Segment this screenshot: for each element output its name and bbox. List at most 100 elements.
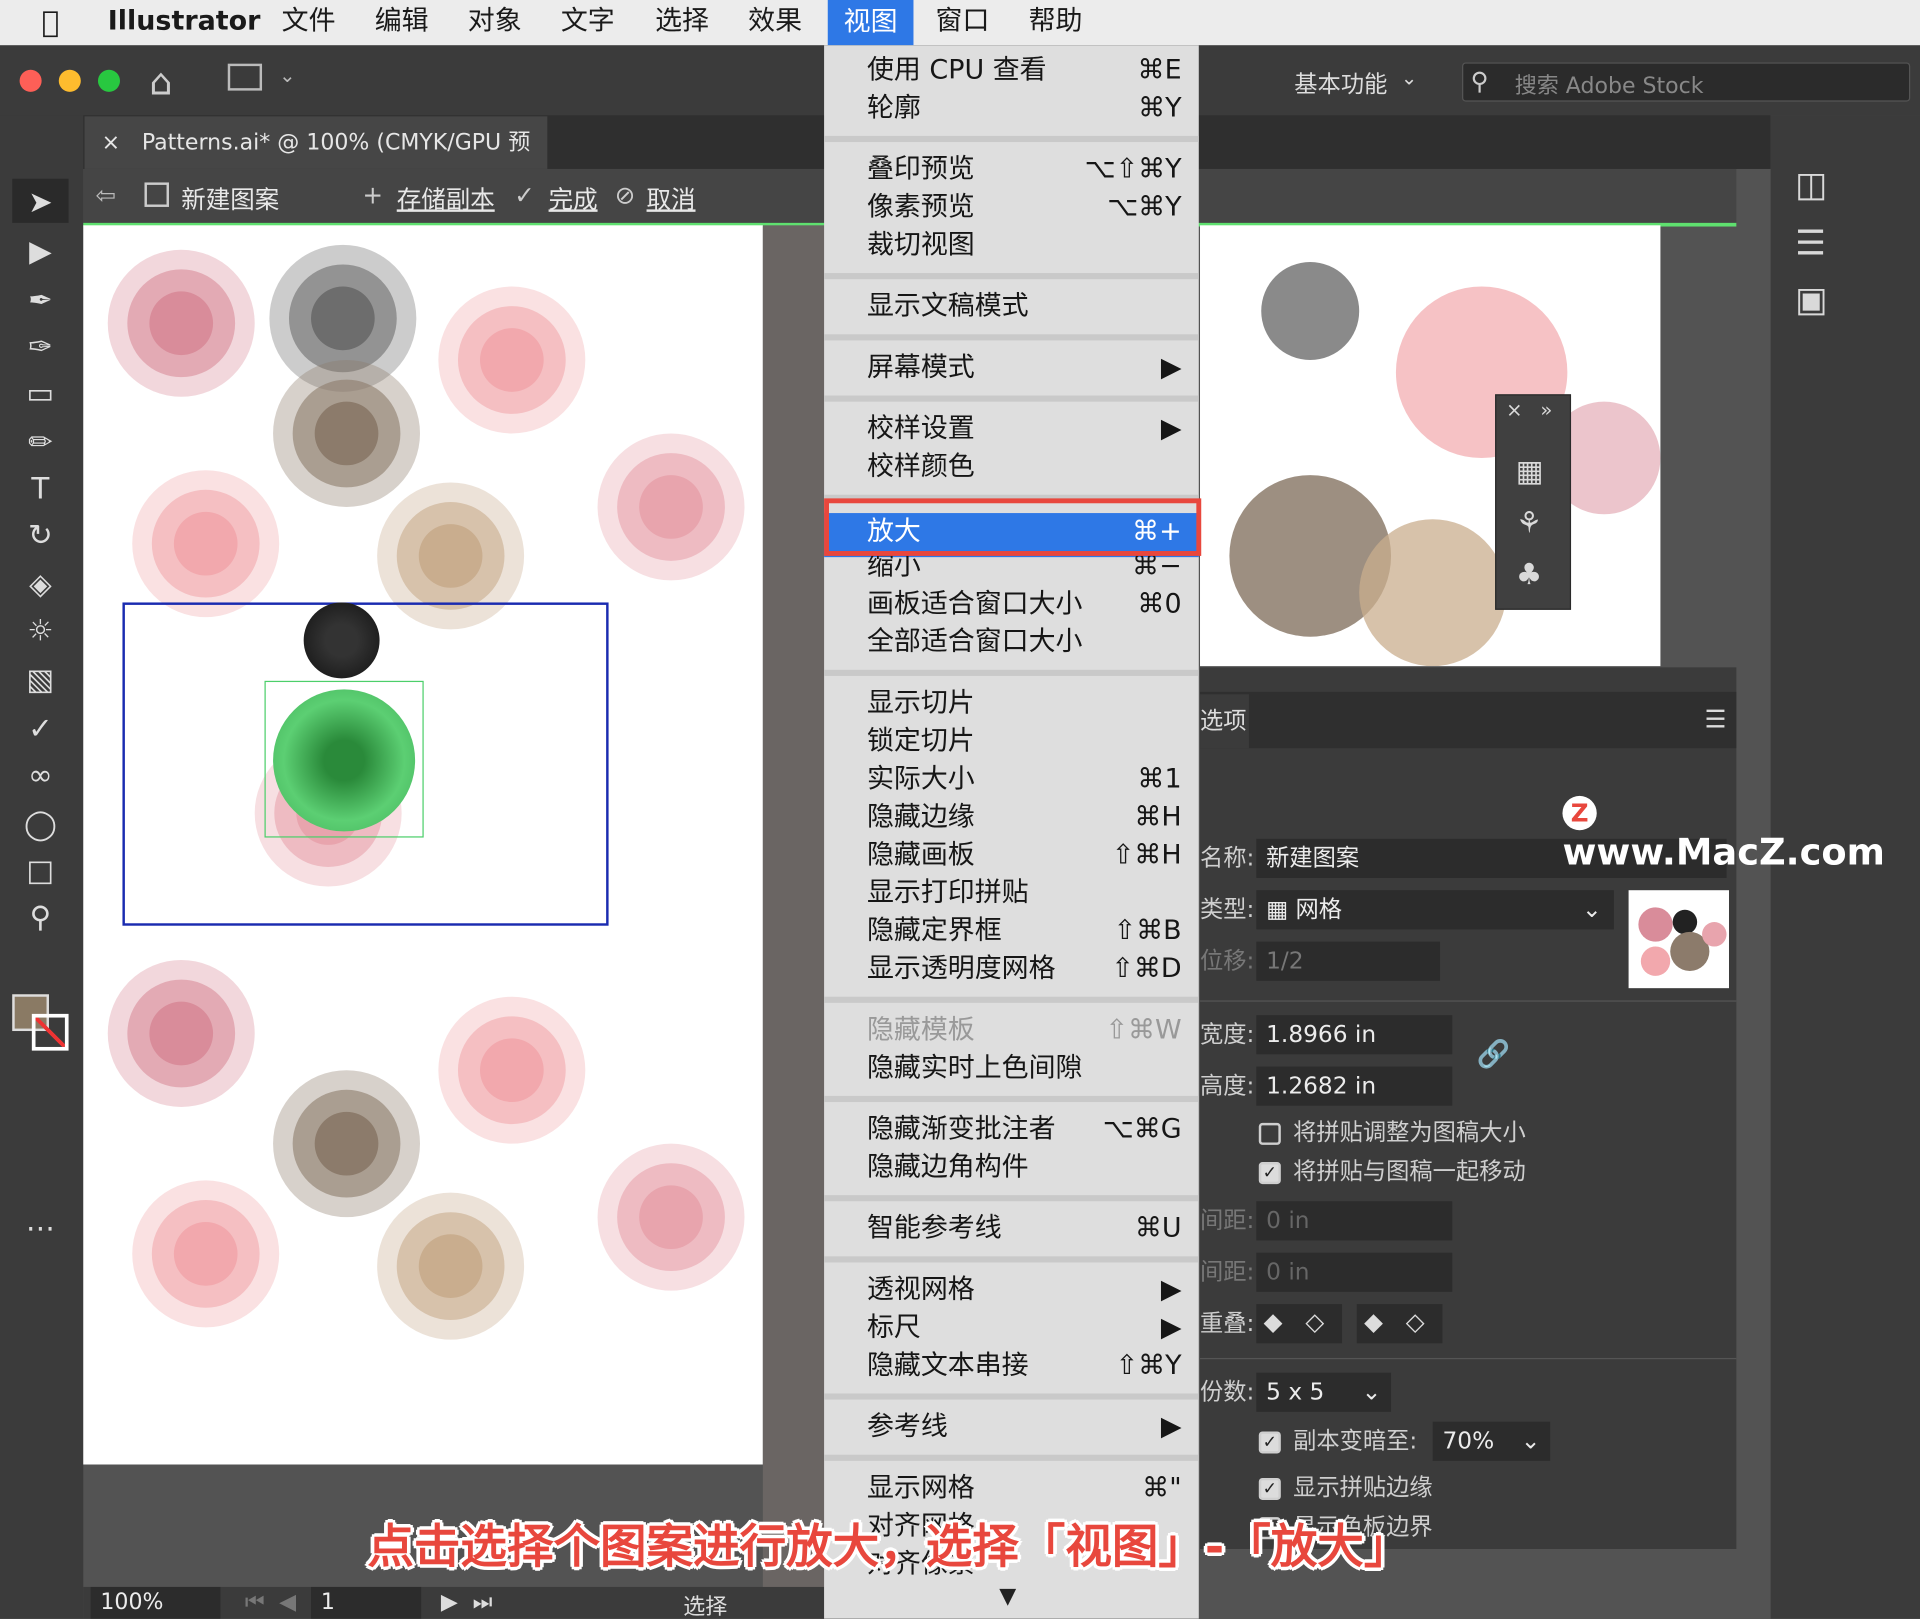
minimize-window-button[interactable] <box>58 69 81 92</box>
v-spacing-field[interactable]: 0 in <box>1256 1252 1453 1292</box>
gradient-tool-icon[interactable]: ▧ <box>20 659 62 701</box>
document-tab[interactable]: × Patterns.ai* @ 100% (CMYK/GPU 预览) <box>84 116 548 208</box>
height-field[interactable]: 1.2682 in <box>1256 1066 1453 1106</box>
artboard-tool-icon[interactable]: □ <box>20 850 62 892</box>
workspace-chevron-icon[interactable]: ⌄ <box>1401 66 1417 89</box>
view-menu-item[interactable]: 参考线 ▶ <box>824 1408 1199 1446</box>
menu-window[interactable]: 窗口 <box>936 5 990 39</box>
eraser-tool-icon[interactable]: ◈ <box>20 563 62 605</box>
menu-view[interactable]: 视图 <box>827 0 914 46</box>
black-flower[interactable] <box>303 602 380 679</box>
close-window-button[interactable] <box>19 69 42 92</box>
view-menu-item[interactable]: 显示透明度网格 ⇧⌘D <box>824 950 1199 988</box>
curvature-tool-icon[interactable]: ✑ <box>20 326 62 368</box>
cancel-button[interactable]: 取消 <box>647 180 696 216</box>
panel-tab[interactable]: 选项 <box>1200 694 1249 749</box>
right-front-icon[interactable]: ◇ <box>1305 1307 1324 1336</box>
apple-icon[interactable]:  <box>42 5 60 39</box>
menu-edit[interactable]: 编辑 <box>375 5 429 39</box>
arrange-documents-icon[interactable] <box>227 63 263 91</box>
view-menu-item[interactable]: 隐藏边缘 ⌘H <box>824 798 1199 836</box>
view-menu-item[interactable]: 全部适合窗口大小 <box>824 623 1199 661</box>
expand-icon[interactable]: » <box>1540 398 1552 421</box>
view-menu-item[interactable]: 校样设置 ▶ <box>824 410 1199 448</box>
view-menu-item[interactable]: 隐藏实时上色间隙 <box>824 1049 1199 1087</box>
eyedropper-tool-icon[interactable]: ✓ <box>20 708 62 750</box>
more-tools-icon[interactable]: ⋯ <box>20 1207 62 1249</box>
prev-artboard-icon[interactable]: ◀ <box>279 1589 296 1615</box>
dim-copies-select[interactable]: 70% ⌄ <box>1432 1421 1551 1461</box>
paintbrush-tool-icon[interactable]: ✏ <box>20 421 62 463</box>
overlap-v-buttons[interactable]: ◆ ◇ <box>1356 1304 1443 1344</box>
rectangle-tool-icon[interactable]: ▭ <box>20 372 62 414</box>
artboard-number-field[interactable]: 1 <box>311 1586 422 1619</box>
offset-select[interactable]: 1/2 <box>1256 941 1441 981</box>
panel-menu-icon[interactable]: ☰ <box>1705 704 1727 733</box>
done-button[interactable]: 完成 <box>549 180 598 216</box>
show-tile-edge-checkbox[interactable]: ✓ <box>1258 1477 1281 1501</box>
view-menu-item[interactable]: 锁定切片 <box>824 722 1199 760</box>
view-menu-item[interactable]: 智能参考线 ⌘U <box>824 1210 1199 1248</box>
view-menu-item[interactable]: 隐藏文本串接 ⇧⌘Y <box>824 1347 1199 1385</box>
view-menu-item[interactable]: 隐藏定界框 ⇧⌘B <box>824 912 1199 950</box>
next-artboard-icon[interactable]: ▶ <box>441 1589 458 1615</box>
top-front-icon[interactable]: ◆ <box>1364 1307 1383 1336</box>
view-menu-item[interactable]: 隐藏模板 ⇧⌘W <box>824 1011 1199 1049</box>
view-menu-item[interactable]: 透视网格 ▶ <box>824 1271 1199 1309</box>
back-arrow-icon[interactable]: ⇦ <box>96 180 117 209</box>
type-select[interactable]: ▦ 网格 ⌄ <box>1256 890 1614 930</box>
symbol-sprayer-icon[interactable]: ⚘ <box>1516 506 1542 540</box>
pen-tool-icon[interactable]: ✒ <box>20 279 62 321</box>
selection-tool-icon[interactable]: ➤ <box>20 181 62 223</box>
zoom-tool-icon[interactable]: ⚲ <box>20 896 62 938</box>
view-menu-item[interactable]: 屏幕模式 ▶ <box>824 349 1199 387</box>
view-menu-item[interactable]: 显示文稿模式 <box>824 288 1199 326</box>
menu-scroll-down-icon[interactable]: ▼ <box>999 1583 1016 1609</box>
width-field[interactable]: 1.8966 in <box>1256 1015 1453 1055</box>
dim-copies-checkbox[interactable]: ✓ <box>1258 1431 1281 1454</box>
view-menu-item[interactable]: 隐藏画板 ⇧⌘H <box>824 836 1199 874</box>
view-menu-item[interactable]: 隐藏渐变批注者 ⌥⌘G <box>824 1111 1199 1149</box>
view-menu-item[interactable]: 裁切视图 <box>824 227 1199 265</box>
direct-selection-tool-icon[interactable]: ▶ <box>20 230 62 272</box>
copies-select[interactable]: 5 x 5 ⌄ <box>1256 1372 1392 1412</box>
warp-tool-icon[interactable]: ☼ <box>20 610 62 652</box>
view-menu-item[interactable]: 画板适合窗口大小 ⌘0 <box>824 585 1199 623</box>
stroke-color-swatch[interactable] <box>31 1013 69 1051</box>
pattern-tile-tool-icon[interactable]: ▦ <box>1516 454 1544 488</box>
first-artboard-icon[interactable]: ⏮ <box>245 1589 265 1615</box>
view-menu-item[interactable]: 轮廓 ⌘Y <box>824 89 1199 127</box>
shape-builder-tool-icon[interactable]: ◯ <box>20 803 62 845</box>
type-tool-icon[interactable]: T <box>20 468 62 510</box>
save-copy-button[interactable]: 存储副本 <box>397 180 495 216</box>
artboards-icon[interactable]: ▣ <box>1795 279 1827 319</box>
menu-app[interactable]: Illustrator <box>108 5 261 39</box>
selected-object-bounds[interactable] <box>264 680 424 838</box>
chevron-down-icon[interactable]: ⌄ <box>279 64 295 87</box>
view-menu-item[interactable]: 显示切片 <box>824 684 1199 722</box>
last-artboard-icon[interactable]: ⏭ <box>473 1589 493 1615</box>
rotate-tool-icon[interactable]: ↻ <box>20 514 62 556</box>
club-icon[interactable]: ♣ <box>1516 557 1542 591</box>
zoom-select[interactable]: 100% <box>90 1586 221 1619</box>
search-input[interactable]: 搜索 Adobe Stock <box>1515 69 1704 101</box>
view-menu-item[interactable]: 使用 CPU 查看 ⌘E <box>824 51 1199 89</box>
move-tile-checkbox[interactable]: ✓ <box>1258 1162 1281 1185</box>
menu-effect[interactable]: 效果 <box>748 5 802 39</box>
menu-help[interactable]: 帮助 <box>1029 5 1083 39</box>
menu-object[interactable]: 对象 <box>468 5 522 39</box>
artboard-canvas[interactable] <box>83 225 763 1465</box>
view-menu-item[interactable]: 校样颜色 <box>824 448 1199 486</box>
view-menu-item[interactable]: 显示网格 ⌘" <box>824 1469 1199 1507</box>
view-menu-item[interactable]: 缩小 ⌘− <box>824 547 1199 585</box>
view-menu-item[interactable]: 像素预览 ⌥⌘Y <box>824 189 1199 227</box>
view-menu-item[interactable]: 实际大小 ⌘1 <box>824 760 1199 798</box>
selected-flower[interactable] <box>273 689 416 832</box>
h-spacing-field[interactable]: 0 in <box>1256 1201 1453 1241</box>
menu-type[interactable]: 文字 <box>561 5 615 39</box>
fit-tile-checkbox[interactable] <box>1258 1122 1281 1145</box>
view-menu-item[interactable]: 隐藏边角构件 <box>824 1149 1199 1187</box>
link-icon[interactable]: 🔗 <box>1477 1040 1511 1071</box>
layers-icon[interactable]: ☰ <box>1795 223 1826 263</box>
bottom-front-icon[interactable]: ◇ <box>1406 1307 1425 1336</box>
